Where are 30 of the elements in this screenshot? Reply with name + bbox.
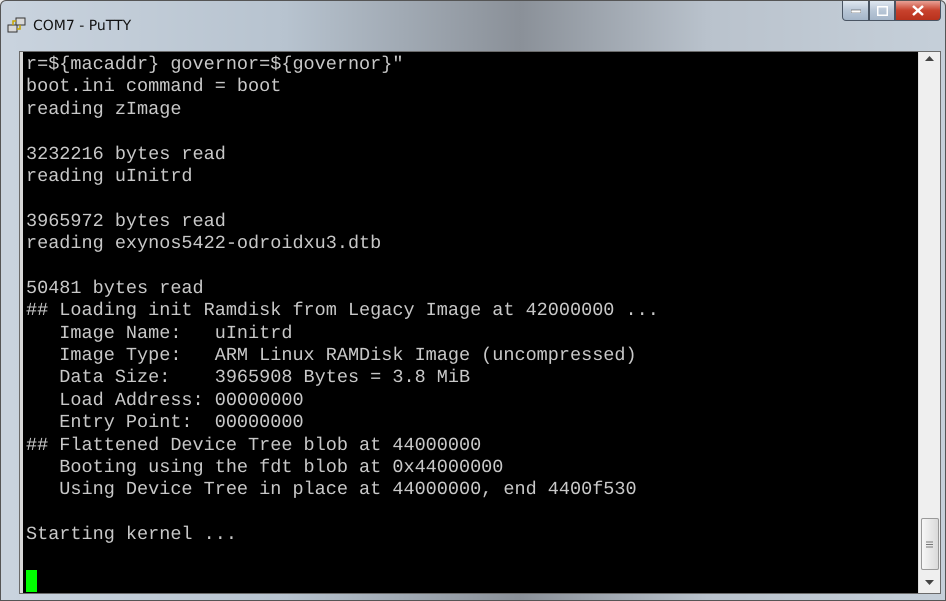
minimize-button[interactable] (842, 1, 869, 21)
terminal-line: 3965972 bytes read (26, 210, 227, 234)
terminal-line: Image Type: ARM Linux RAMDisk Image (uncompressed) (58, 345, 638, 368)
minimize-icon (850, 8, 860, 12)
scroll-thumb[interactable] (920, 518, 938, 570)
window-title: COM7 - PuTTY (33, 18, 132, 34)
terminal-line: 50481 bytes read (26, 278, 205, 300)
terminal-line: Load Address: 00000000 (58, 390, 305, 412)
terminal-line: reading uInitrd (26, 166, 194, 188)
terminal-line: reading zImage (26, 98, 182, 122)
terminal-line: ## Loading init Ramdisk from Legacy Image at 42000000 ... (26, 300, 660, 323)
terminal-line: Entry Point: 00000000 (58, 412, 305, 435)
cursor (26, 570, 37, 592)
terminal-line: Starting kernel ... (26, 524, 238, 547)
terminal-line: boot.ini command = boot (26, 76, 282, 99)
maximize-icon (876, 6, 888, 16)
grip-icon (926, 540, 933, 548)
terminal-line: ## Flattened Device Tree blob at 44000000 (26, 434, 482, 458)
terminal-line: r=${macaddr} governor=${governor}" (26, 54, 404, 76)
terminal-line: Booting using the fdt blob at 0x44000000 (58, 457, 504, 480)
terminal-line: 3232216 bytes read (26, 144, 227, 166)
scroll-down-icon[interactable] (925, 580, 934, 585)
scroll-up-icon[interactable] (925, 56, 934, 61)
terminal-line: Data Size: 3965908 Bytes = 3.8 MiB (58, 367, 472, 390)
terminal-line: Image Name: uInitrd (58, 322, 294, 346)
close-icon (912, 5, 924, 16)
close-button[interactable] (895, 1, 941, 21)
terminal-line: reading exynos5422-odroidxu3.dtb (26, 233, 382, 256)
maximize-button[interactable] (869, 1, 895, 21)
terminal-line: Using Device Tree in place at 44000000, end 4400f530 (58, 479, 638, 502)
